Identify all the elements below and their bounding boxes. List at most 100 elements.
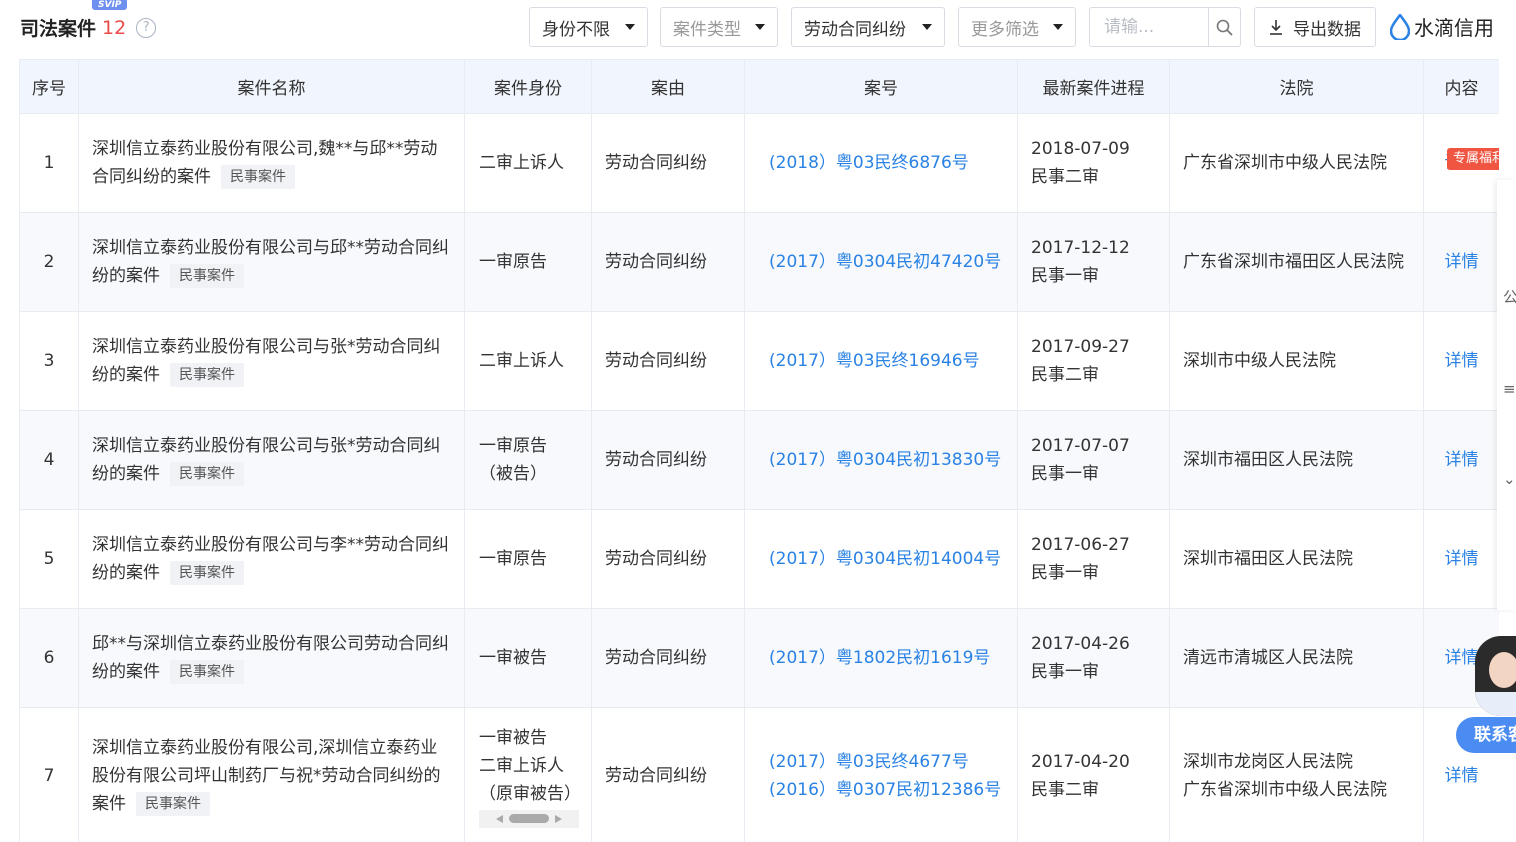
export-label: 导出数据 bbox=[1293, 19, 1361, 40]
customer-service-avatar[interactable] bbox=[1471, 636, 1516, 726]
case-number-cell: (2017）粤0304民初47420号 bbox=[744, 212, 1018, 312]
case-role: 二审上诉人 bbox=[479, 351, 564, 371]
case-role-cell: 一审被告 bbox=[464, 608, 592, 708]
col-header-case-name: 案件名称 bbox=[78, 59, 465, 114]
case-number-cell: (2017）粤1802民初1619号 bbox=[744, 608, 1018, 708]
filter-cause[interactable]: 劳动合同纠纷 bbox=[791, 7, 945, 47]
search-icon bbox=[1216, 19, 1233, 35]
details-link[interactable]: 详情 bbox=[1445, 450, 1479, 470]
search-input[interactable] bbox=[1090, 8, 1208, 46]
case-name: 深圳信立泰药业股份有限公司与张*劳动合同纠纷的案件 bbox=[92, 337, 441, 385]
row-index: 3 bbox=[19, 311, 79, 411]
col-header-index: 序号 bbox=[19, 59, 79, 114]
progress-cell: 2017-12-12 民事一审 bbox=[1017, 212, 1170, 312]
help-icon[interactable]: ? bbox=[136, 17, 157, 38]
scroll-right-arrow-icon[interactable] bbox=[555, 814, 562, 823]
progress-date: 2017-09-27 bbox=[1031, 337, 1130, 357]
side-panel-glyph: ⌄ bbox=[1503, 470, 1516, 488]
brand-logo: 水滴信用 bbox=[1390, 12, 1494, 41]
case-number-link[interactable]: (2017）粤0304民初13830号 bbox=[769, 446, 1017, 474]
progress-cell: 2017-04-26 民事一审 bbox=[1017, 608, 1170, 708]
col-header-court: 法院 bbox=[1169, 59, 1424, 114]
case-name: 深圳信立泰药业股份有限公司与李**劳动合同纠纷的案件 bbox=[92, 535, 449, 583]
content-cell: 详情 专属福利 bbox=[1423, 113, 1499, 213]
case-cause: 劳动合同纠纷 bbox=[591, 608, 745, 708]
table-row: 6 邱**与深圳信立泰药业股份有限公司劳动合同纠纷的案件 民事案件 一审被告 劳动… bbox=[19, 608, 1499, 708]
filter-more[interactable]: 更多筛选 bbox=[958, 7, 1076, 47]
filter-case-type-label: 案件类型 bbox=[673, 19, 741, 40]
case-role: 一审被告 bbox=[479, 727, 547, 748]
case-name-cell: 深圳信立泰药业股份有限公司与张*劳动合同纠纷的案件 民事案件 bbox=[78, 410, 465, 510]
svip-badge: SVIP bbox=[92, 0, 128, 10]
table-row: 1 深圳信立泰药业股份有限公司,魏**与邱**劳动合同纠纷的案件 民事案件 二审上… bbox=[19, 113, 1499, 213]
water-drop-icon bbox=[1390, 13, 1410, 40]
col-header-cause: 案由 bbox=[591, 59, 745, 114]
progress-cell: 2018-07-09 民事二审 bbox=[1017, 113, 1170, 213]
case-number-link[interactable]: (2016）粤0307民初12386号 bbox=[769, 776, 1017, 804]
filter-case-type[interactable]: 案件类型 bbox=[660, 7, 778, 47]
case-name: 深圳信立泰药业股份有限公司与张*劳动合同纠纷的案件 bbox=[92, 436, 441, 484]
case-number-cell: (2017）粤0304民初14004号 bbox=[744, 509, 1018, 609]
case-number-link[interactable]: (2017）粤1802民初1619号 bbox=[769, 644, 1017, 672]
case-type-tag: 民事案件 bbox=[170, 264, 244, 288]
details-link[interactable]: 详情 bbox=[1445, 766, 1479, 786]
progress-stage: 民事二审 bbox=[1031, 365, 1099, 385]
court-cell: 深圳市福田区人民法院 bbox=[1169, 410, 1424, 510]
contact-service-button[interactable]: 联系客服 bbox=[1456, 717, 1516, 753]
side-floating-panel[interactable]: 公 ≡ ⌄ bbox=[1497, 180, 1516, 610]
side-panel-glyph: 公 bbox=[1503, 288, 1516, 306]
brand-name: 水滴信用 bbox=[1414, 16, 1494, 40]
export-data-button[interactable]: 导出数据 bbox=[1254, 7, 1376, 47]
case-type-tag: 民事案件 bbox=[170, 660, 244, 684]
case-cause: 劳动合同纠纷 bbox=[591, 311, 745, 411]
progress-stage: 民事一审 bbox=[1031, 563, 1099, 583]
case-number-cell: (2018）粤03民终6876号 bbox=[744, 113, 1018, 213]
caret-down-icon bbox=[755, 24, 765, 30]
table-row: 4 深圳信立泰药业股份有限公司与张*劳动合同纠纷的案件 民事案件 一审原告 （被告）… bbox=[19, 410, 1499, 510]
col-header-progress: 最新案件进程 bbox=[1017, 59, 1170, 114]
details-link[interactable]: 详情 bbox=[1445, 351, 1479, 371]
case-number-cell: (2017）粤03民终4677号 (2016）粤0307民初12386号 bbox=[744, 707, 1018, 842]
case-number-link[interactable]: (2017）粤0304民初47420号 bbox=[769, 248, 1017, 276]
filter-cause-label: 劳动合同纠纷 bbox=[804, 19, 906, 40]
details-link[interactable]: 详情 bbox=[1445, 252, 1479, 272]
details-link[interactable]: 详情 bbox=[1445, 549, 1479, 569]
side-panel-glyph: ≡ bbox=[1503, 380, 1516, 398]
court-cell: 广东省深圳市福田区人民法院 bbox=[1169, 212, 1424, 312]
progress-date: 2017-04-26 bbox=[1031, 634, 1130, 654]
case-cause: 劳动合同纠纷 bbox=[591, 707, 745, 842]
col-header-content: 内容 bbox=[1423, 59, 1499, 114]
promo-tag[interactable]: 专属福利 bbox=[1446, 148, 1499, 170]
cell-horizontal-scrollbar[interactable] bbox=[479, 809, 579, 828]
scroll-left-arrow-icon[interactable] bbox=[496, 814, 503, 823]
court-cell: 深圳市福田区人民法院 bbox=[1169, 509, 1424, 609]
scroll-thumb[interactable] bbox=[509, 814, 549, 823]
section-header: SVIP 司法案件 12 ? 身份不限 案件类型 劳动合同纠纷 更多筛选 请输.… bbox=[0, 0, 1516, 58]
content-cell: 详情 bbox=[1423, 509, 1499, 609]
case-role: （被告） bbox=[479, 464, 547, 484]
progress-cell: 2017-04-20 民事二审 bbox=[1017, 707, 1170, 842]
court-cell: 清远市清城区人民法院 bbox=[1169, 608, 1424, 708]
case-number-link[interactable]: (2017）粤03民终4677号 bbox=[769, 748, 1017, 776]
court-name: 广东省深圳市福田区人民法院 bbox=[1183, 252, 1404, 272]
filter-identity-label: 身份不限 bbox=[542, 19, 610, 40]
case-role-cell: 一审原告 bbox=[464, 509, 592, 609]
case-name: 深圳信立泰药业股份有限公司与邱**劳动合同纠纷的案件 bbox=[92, 238, 449, 286]
progress-cell: 2017-06-27 民事一审 bbox=[1017, 509, 1170, 609]
case-name-cell: 深圳信立泰药业股份有限公司与李**劳动合同纠纷的案件 民事案件 bbox=[78, 509, 465, 609]
case-number-link[interactable]: (2017）粤03民终16946号 bbox=[769, 347, 1017, 375]
filter-identity[interactable]: 身份不限 bbox=[529, 7, 648, 47]
court-name: 广东省深圳市中级人民法院 bbox=[1183, 779, 1387, 800]
table-row: 5 深圳信立泰药业股份有限公司与李**劳动合同纠纷的案件 民事案件 一审原告 劳动… bbox=[19, 509, 1499, 609]
court-cell: 广东省深圳市中级人民法院 bbox=[1169, 113, 1424, 213]
case-role-cell: 一审被告 二审上诉人 （原审被告） bbox=[464, 707, 592, 842]
court-name: 深圳市中级人民法院 bbox=[1183, 351, 1336, 371]
progress-stage: 民事一审 bbox=[1031, 266, 1099, 286]
case-number-link[interactable]: (2017）粤0304民初14004号 bbox=[769, 545, 1017, 573]
case-role-cell: 一审原告 bbox=[464, 212, 592, 312]
case-number-link[interactable]: (2018）粤03民终6876号 bbox=[769, 149, 1017, 177]
search-button[interactable] bbox=[1208, 8, 1240, 46]
case-type-tag: 民事案件 bbox=[170, 363, 244, 387]
progress-cell: 2017-09-27 民事二审 bbox=[1017, 311, 1170, 411]
case-role: （原审被告） bbox=[479, 783, 581, 804]
